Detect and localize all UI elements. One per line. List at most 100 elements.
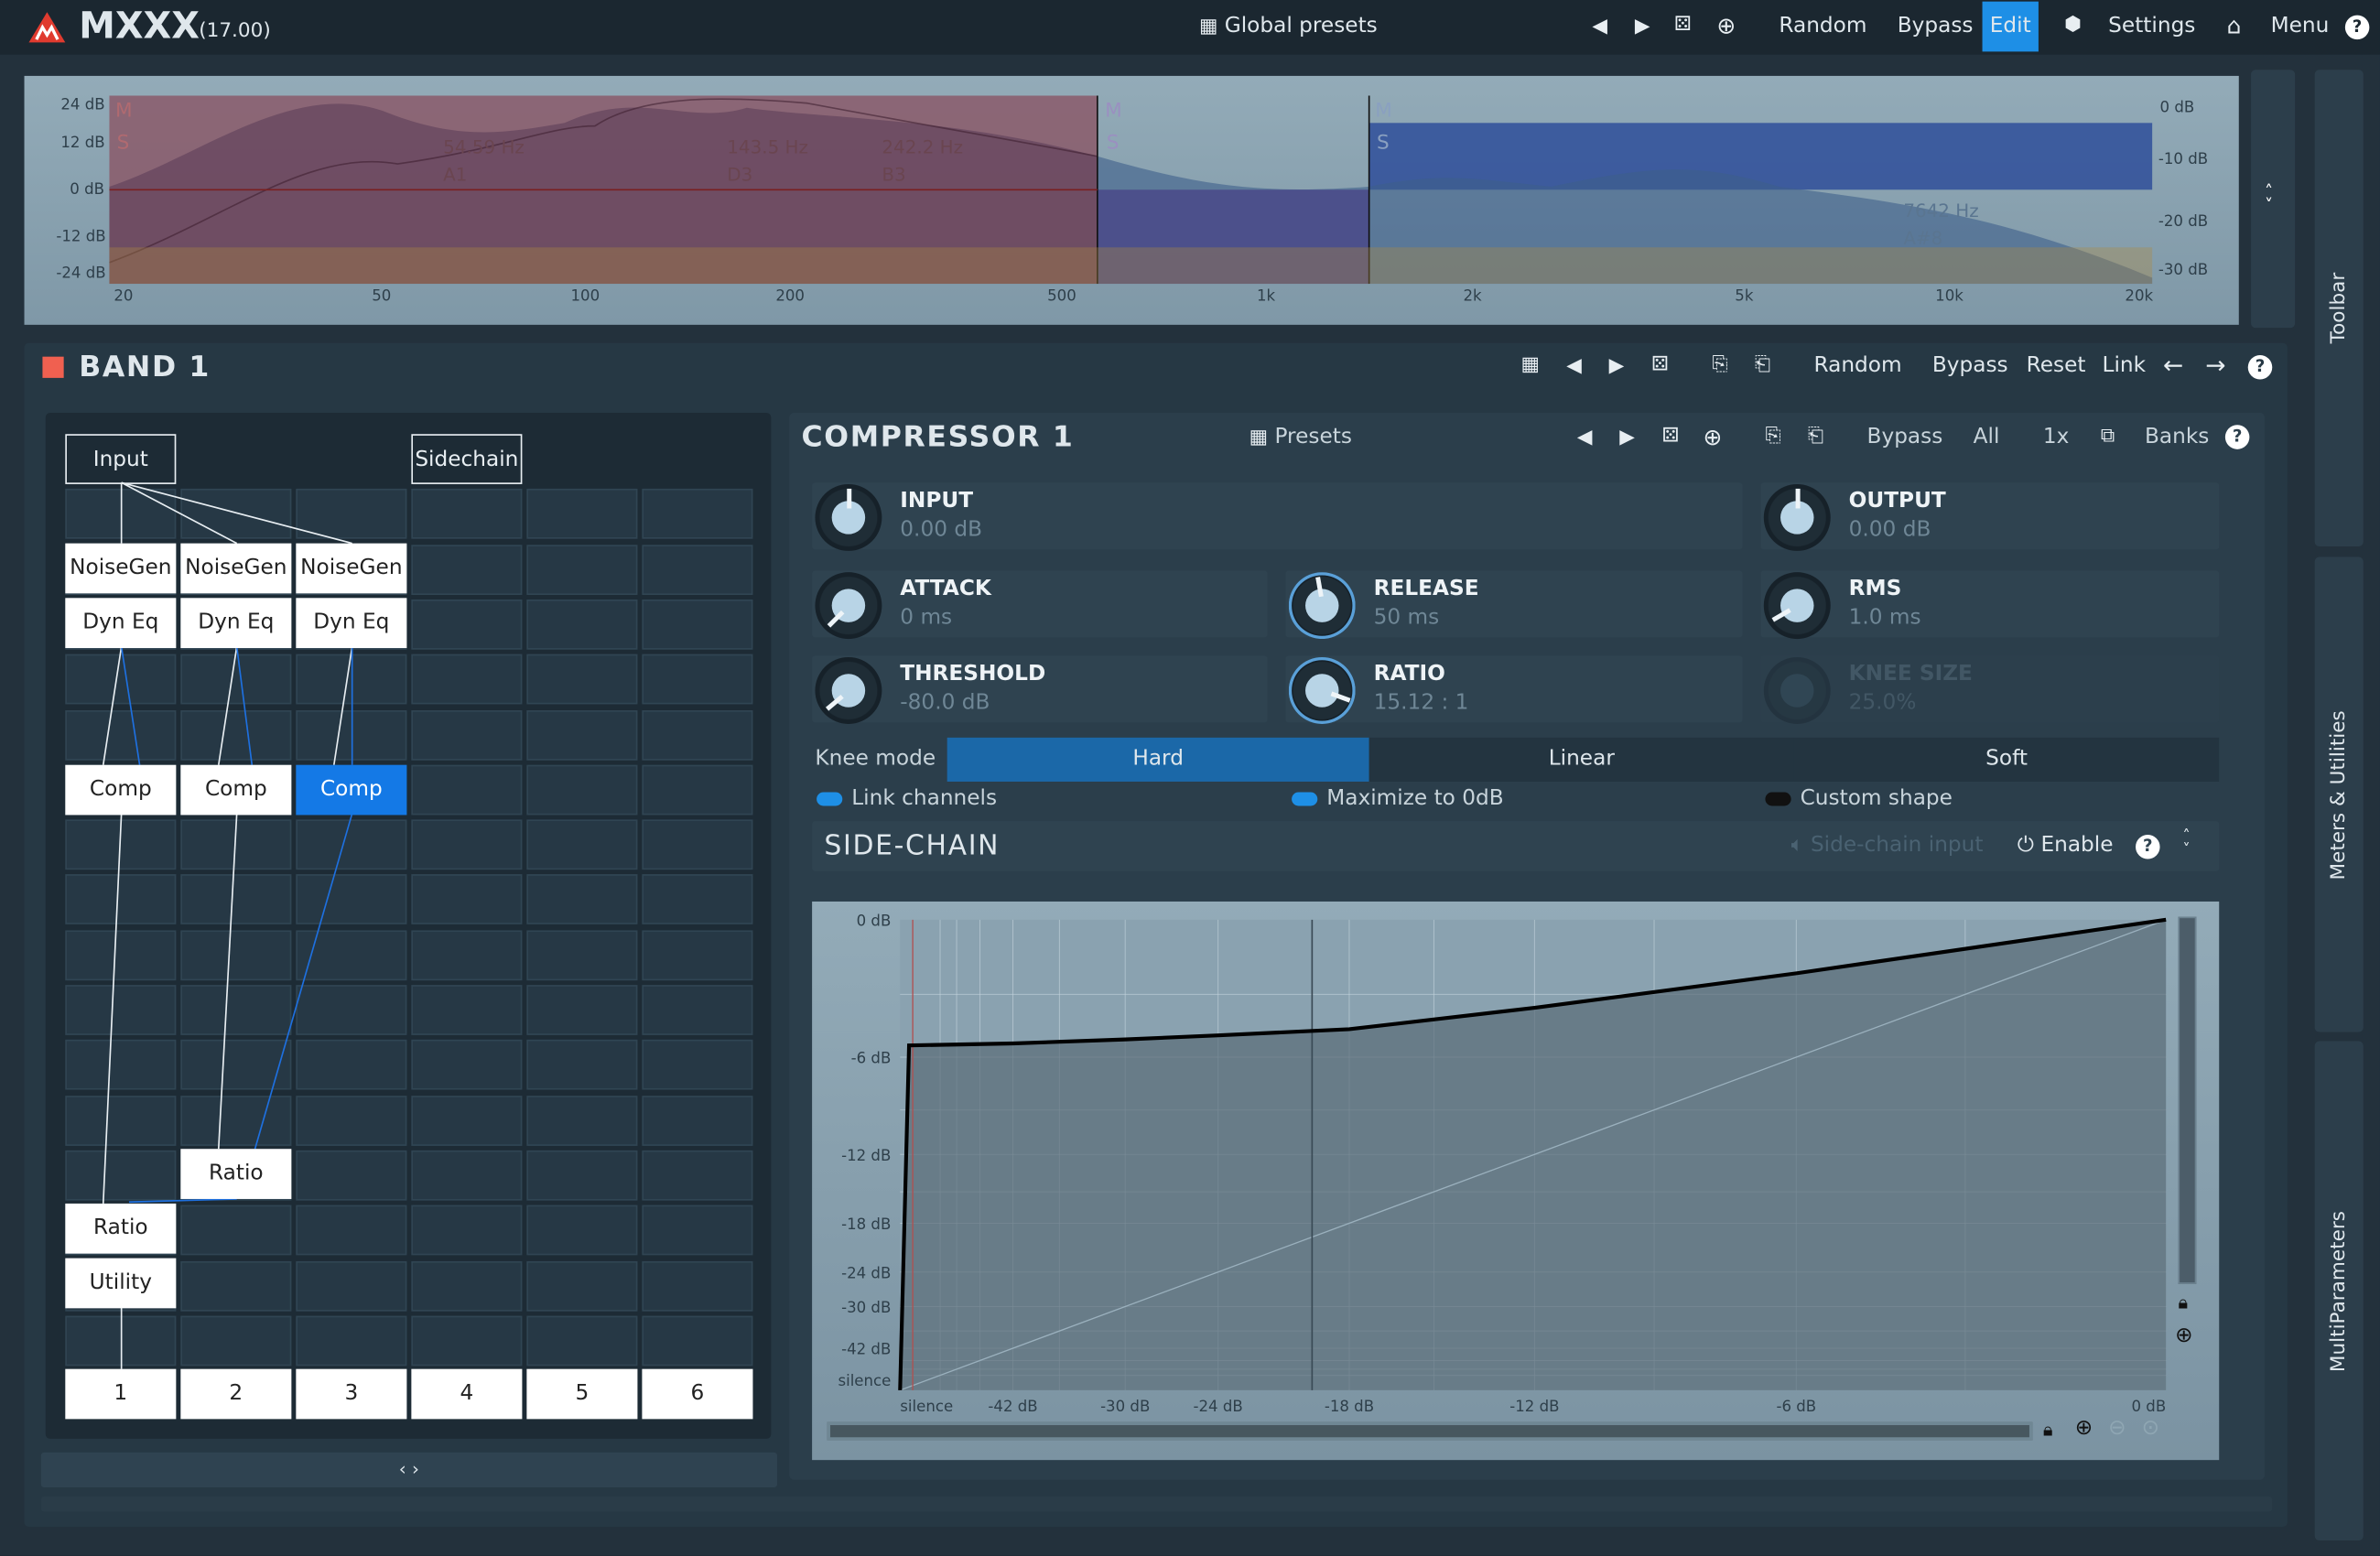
help-icon[interactable]: ? [2224,425,2250,449]
zoom-out-icon[interactable]: ⊖ [2108,1416,2126,1441]
horizontal-zoom-scrollbar[interactable] [827,1421,2033,1441]
link-channels-toggle[interactable]: Link channels [817,786,997,810]
sidechain-node[interactable]: Sidechain [411,434,523,484]
band-3-mid-tag[interactable]: M [1375,100,1392,123]
rms-parameter[interactable]: RMS 1.0 ms [1760,570,2220,640]
arrow-left-icon[interactable]: ← [2163,351,2183,380]
input-parameter[interactable]: INPUT 0.00 dB [812,482,1743,551]
module-dyn-eq-2[interactable]: Dyn Eq [180,598,292,649]
expand-collapse-chevron-icon[interactable]: ˄ ˅ [2182,829,2190,859]
settings-button[interactable]: Settings [2108,14,2195,38]
module-comp-3-selected[interactable]: Comp [296,764,407,816]
input-node[interactable]: Input [65,434,177,484]
bypass-button[interactable]: Bypass [1898,14,1974,38]
transfer-curve-graph[interactable]: silence -42 dB -30 dB -24 dB -18 dB -12 dB -6 … [812,901,2220,1461]
band-bypass-button[interactable]: Bypass [1932,353,2008,378]
next-icon[interactable]: ▶ [1609,355,1625,378]
band-1-side-tag[interactable]: S [117,132,130,155]
module-comp-2[interactable]: Comp [180,764,292,816]
all-button[interactable]: All [1974,425,2000,449]
band-1-mid-tag[interactable]: M [115,100,133,123]
module-bypass-button[interactable]: Bypass [1867,425,1943,449]
ratio-knob[interactable] [1288,656,1356,724]
attack-parameter[interactable]: ATTACK 0 ms [812,570,1268,640]
module-comp-1[interactable]: Comp [65,764,177,816]
module-dyn-eq-1[interactable]: Dyn Eq [65,598,177,649]
knee-mode-soft[interactable]: Soft [1793,737,2220,782]
help-icon[interactable]: ? [2136,834,2160,859]
module-noisegen-1[interactable]: NoiseGen [65,543,177,594]
banks-icon[interactable]: ⧉ [2101,425,2115,448]
previous-icon[interactable]: ◀ [1566,355,1582,378]
next-icon[interactable]: ▶ [1619,427,1635,449]
help-icon[interactable]: ? [2344,15,2370,40]
randomize-dice-icon[interactable]: ⚄ [1651,353,1669,376]
output-1[interactable]: 1 [65,1368,177,1420]
help-icon[interactable]: ? [2247,355,2273,380]
input-knob[interactable] [815,483,882,551]
zoom-reset-icon[interactable]: ⊙ [2142,1416,2159,1441]
spectrum-graph[interactable] [109,95,2153,285]
threshold-knob[interactable] [815,656,882,724]
presets-button[interactable]: ▦ Presets [1250,425,1352,449]
paste-icon[interactable]: ⎗ [1808,425,1823,448]
global-presets-button[interactable]: ▦ Global presets [1199,14,1378,38]
banks-button[interactable]: Banks [2145,425,2209,449]
rms-knob[interactable] [1763,572,1831,640]
module-utility-1[interactable]: Utility [65,1258,177,1309]
knee-mode-hard-selected[interactable]: Hard [947,737,1369,782]
module-noisegen-2[interactable]: NoiseGen [180,543,292,594]
module-ratio-2[interactable]: Ratio [180,1149,292,1199]
band-spectrum-display[interactable]: 24 dB 12 dB 0 dB -12 dB -24 dB 0 dB -10 … [24,75,2239,325]
add-plus-icon[interactable]: ⊕ [1703,424,1722,451]
home-icon[interactable]: ⌂ [2227,12,2242,39]
band-3-side-tag[interactable]: S [1377,132,1390,155]
random-button[interactable]: Random [1779,14,1866,38]
output-parameter[interactable]: OUTPUT 0.00 dB [1760,482,2220,551]
band-link-button[interactable]: Link [2103,353,2147,378]
previous-icon[interactable]: ◀ [1577,427,1593,449]
output-5[interactable]: 5 [526,1368,638,1420]
module-dyn-eq-3[interactable]: Dyn Eq [296,598,407,649]
randomize-dice-icon[interactable]: ⚄ [1662,425,1680,448]
grid-icon[interactable]: ▦ [1520,353,1539,376]
ratio-parameter[interactable]: RATIO 15.12 : 1 [1285,655,1743,724]
previous-preset-icon[interactable]: ◀ [1592,16,1607,38]
sidebar-tab-meters-utilities[interactable]: Meters & Utilities [2314,556,2364,1032]
zoom-in-icon[interactable]: ⊕ [2175,1324,2192,1348]
copy-icon[interactable]: ⎘ [1765,425,1780,448]
band-2-side-tag[interactable]: S [1107,132,1120,155]
spectrum-resize-handle[interactable]: ˄ ˅ [2251,70,2296,329]
maximize-toggle[interactable]: Maximize to 0dB [1292,786,1504,810]
module-ratio-1[interactable]: Ratio [65,1203,177,1254]
release-knob[interactable] [1288,572,1356,640]
arrow-right-icon[interactable]: → [2205,351,2225,380]
oversampling-button[interactable]: 1x [2043,425,2070,449]
transfer-curve-svg[interactable]: silence -42 dB -30 dB -24 dB -18 dB -12 dB -6 … [812,902,2219,1460]
output-2[interactable]: 2 [180,1368,292,1420]
sidebar-tab-toolbar[interactable]: Toolbar [2314,70,2364,546]
output-knob[interactable] [1763,483,1831,551]
zoom-in-icon[interactable]: ⊕ [2075,1416,2093,1441]
up-down-chevron-icon[interactable]: ˄ ˅ [2265,184,2273,214]
output-4[interactable]: 4 [411,1368,523,1420]
edit-button[interactable]: Edit [1982,1,2039,52]
band-random-button[interactable]: Random [1814,353,1902,378]
paste-icon[interactable]: ⎗ [1755,353,1770,376]
sidechain-enable-button[interactable]: ⏻ Enable [2018,833,2114,858]
lock-icon[interactable]: 🔒︎ [2043,1419,2053,1442]
horizontal-scrollbar[interactable] [40,1496,2273,1512]
output-6[interactable]: 6 [642,1368,753,1420]
copy-icon[interactable]: ⎘ [1712,353,1727,376]
add-plus-icon[interactable]: ⊕ [1716,12,1736,39]
threshold-parameter[interactable]: THRESHOLD -80.0 dB [812,655,1268,724]
band-2-mid-tag[interactable]: M [1105,100,1122,123]
menu-button[interactable]: Menu [2271,14,2330,38]
attack-knob[interactable] [815,572,882,640]
custom-shape-toggle[interactable]: Custom shape [1765,786,1953,810]
settings-alert-icon[interactable]: ⬢ [2064,14,2082,37]
output-3[interactable]: 3 [296,1368,407,1420]
release-parameter[interactable]: RELEASE 50 ms [1285,570,1743,640]
band-reset-button[interactable]: Reset [2027,353,2086,378]
next-preset-icon[interactable]: ▶ [1635,16,1650,38]
